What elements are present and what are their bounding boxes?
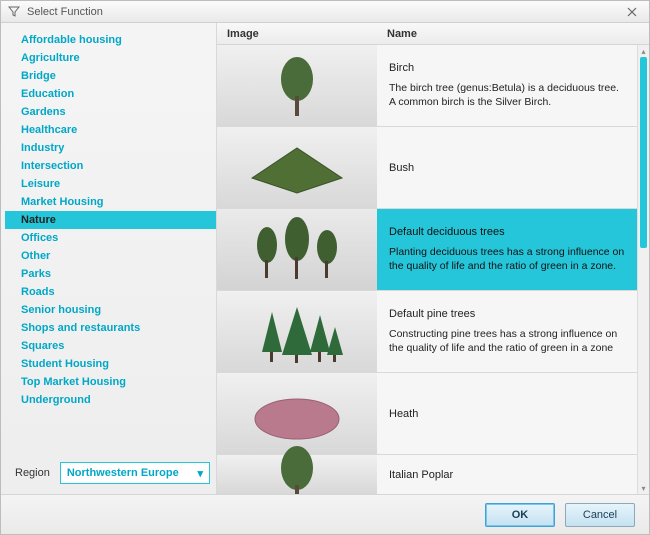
dialog-body: Affordable housingAgricultureBridgeEduca… [1, 23, 649, 534]
item-description: Planting deciduous trees has a strong in… [389, 246, 625, 273]
sidebar-item-industry[interactable]: Industry [5, 139, 216, 157]
list-item[interactable]: Default pine trees Constructing pine tree… [217, 291, 637, 373]
tree-group-icon [217, 209, 377, 290]
scroll-thumb[interactable] [640, 57, 647, 248]
column-headers: Image Name [217, 23, 649, 45]
sidebar-item-market-housing[interactable]: Market Housing [5, 193, 216, 211]
sidebar-item-agriculture[interactable]: Agriculture [5, 49, 216, 67]
close-button[interactable] [621, 3, 643, 21]
item-description: Constructing pine trees has a strong inf… [389, 328, 625, 355]
sidebar-item-education[interactable]: Education [5, 85, 216, 103]
footer: OK Cancel [1, 494, 649, 534]
scroll-track[interactable] [640, 57, 647, 482]
sidebar-item-leisure[interactable]: Leisure [5, 175, 216, 193]
column-header-image[interactable]: Image [217, 28, 377, 40]
main-panel: Image Name Birch The birch tree (genus:Be… [216, 23, 649, 494]
sidebar-item-underground[interactable]: Underground [5, 391, 216, 409]
close-icon [627, 7, 637, 17]
ok-button[interactable]: OK [485, 503, 555, 527]
sidebar: Affordable housingAgricultureBridgeEduca… [1, 23, 216, 494]
item-name: Default pine trees [389, 308, 625, 320]
sidebar-item-offices[interactable]: Offices [5, 229, 216, 247]
sidebar-item-parks[interactable]: Parks [5, 265, 216, 283]
title-bar: Select Function [1, 1, 649, 23]
region-select[interactable]: Northwestern Europe ▾ [60, 462, 210, 484]
filter-icon [7, 5, 21, 19]
sidebar-item-top-market-housing[interactable]: Top Market Housing [5, 373, 216, 391]
list-item[interactable]: Birch The birch tree (genus:Betula) is a … [217, 45, 637, 127]
bush-icon [217, 127, 377, 208]
chevron-down-icon: ▾ [197, 467, 203, 480]
item-text: Default deciduous trees Planting deciduou… [377, 209, 637, 290]
sidebar-item-gardens[interactable]: Gardens [5, 103, 216, 121]
item-text: Heath [377, 373, 637, 454]
sidebar-item-bridge[interactable]: Bridge [5, 67, 216, 85]
item-name: Italian Poplar [389, 469, 625, 481]
item-text: Birch The birch tree (genus:Betula) is a … [377, 45, 637, 126]
list-item[interactable]: Italian Poplar [217, 455, 637, 494]
item-name: Bush [389, 162, 625, 174]
item-name: Heath [389, 408, 625, 420]
sidebar-item-nature[interactable]: Nature [5, 211, 216, 229]
sidebar-item-healthcare[interactable]: Healthcare [5, 121, 216, 139]
scroll-down-button[interactable]: ▾ [638, 482, 649, 494]
sidebar-item-senior-housing[interactable]: Senior housing [5, 301, 216, 319]
single-tree-icon [217, 455, 377, 494]
sidebar-item-shops-and-restaurants[interactable]: Shops and restaurants [5, 319, 216, 337]
item-list: Birch The birch tree (genus:Betula) is a … [217, 45, 637, 494]
cancel-button[interactable]: Cancel [565, 503, 635, 527]
item-text: Bush [377, 127, 637, 208]
item-text: Default pine trees Constructing pine tree… [377, 291, 637, 372]
sidebar-item-intersection[interactable]: Intersection [5, 157, 216, 175]
sidebar-item-student-housing[interactable]: Student Housing [5, 355, 216, 373]
sidebar-item-roads[interactable]: Roads [5, 283, 216, 301]
sidebar-item-squares[interactable]: Squares [5, 337, 216, 355]
content-area: Affordable housingAgricultureBridgeEduca… [1, 23, 649, 494]
item-description: The birch tree (genus:Betula) is a decid… [389, 82, 625, 109]
region-label: Region [15, 467, 50, 479]
pine-group-icon [217, 291, 377, 372]
region-value: Northwestern Europe [67, 467, 179, 479]
item-text: Italian Poplar [377, 455, 637, 494]
region-row: Region Northwestern Europe ▾ [5, 454, 216, 486]
list-item[interactable]: Default deciduous trees Planting deciduou… [217, 209, 637, 291]
sidebar-item-other[interactable]: Other [5, 247, 216, 265]
column-header-name[interactable]: Name [377, 28, 649, 40]
sidebar-item-affordable-housing[interactable]: Affordable housing [5, 31, 216, 49]
list-wrap: Birch The birch tree (genus:Betula) is a … [217, 45, 649, 494]
item-name: Birch [389, 62, 625, 74]
window-title: Select Function [27, 6, 103, 18]
scrollbar: ▴ ▾ [637, 45, 649, 494]
item-name: Default deciduous trees [389, 226, 625, 238]
scroll-up-button[interactable]: ▴ [638, 45, 649, 57]
single-tree-icon [217, 45, 377, 126]
list-item[interactable]: Bush [217, 127, 637, 209]
dialog-window: Select Function Affordable housingAgricu… [0, 0, 650, 535]
category-list: Affordable housingAgricultureBridgeEduca… [5, 31, 216, 409]
